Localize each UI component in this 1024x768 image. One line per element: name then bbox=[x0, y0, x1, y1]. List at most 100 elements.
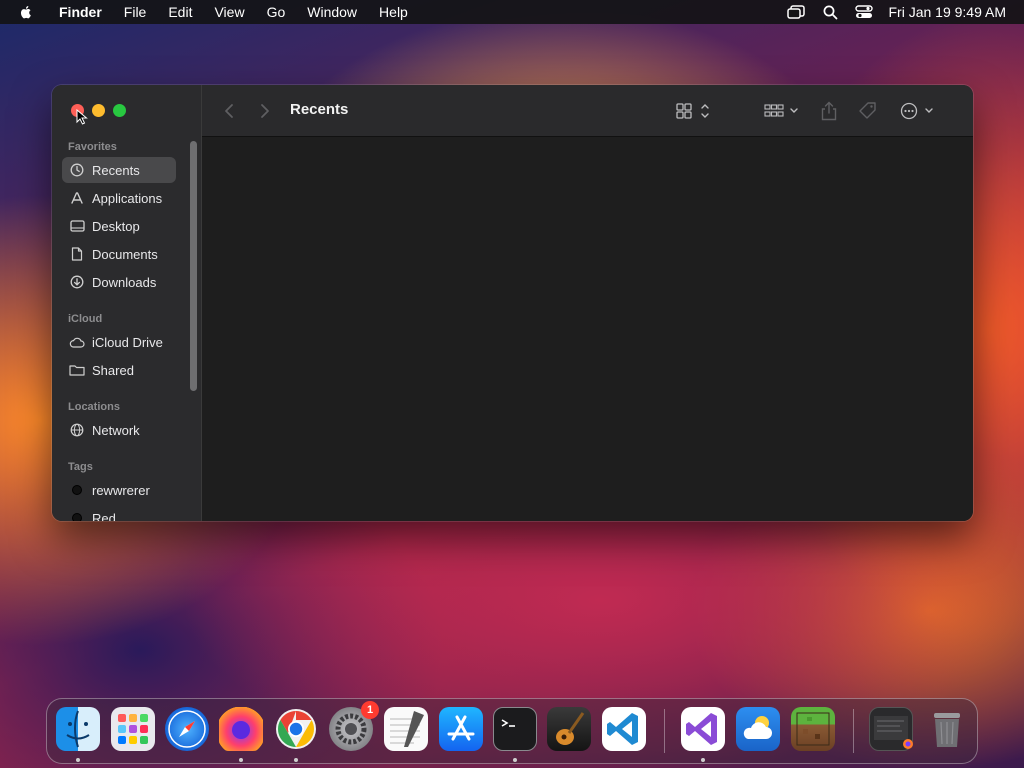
finder-icon bbox=[66, 710, 90, 748]
desktop-icon bbox=[69, 218, 85, 234]
sidebar-item-applications[interactable]: Applications bbox=[62, 185, 176, 211]
running-indicator bbox=[239, 758, 243, 762]
dock-visual-studio[interactable] bbox=[681, 707, 725, 751]
menu-file[interactable]: File bbox=[113, 0, 158, 24]
zoom-button[interactable] bbox=[113, 104, 126, 117]
menu-help[interactable]: Help bbox=[368, 0, 419, 24]
menu-edit[interactable]: Edit bbox=[157, 0, 203, 24]
menu-clock[interactable]: Fri Jan 19 9:49 AM bbox=[888, 4, 1006, 20]
dock-system-settings[interactable]: 1 bbox=[329, 701, 379, 751]
tag-color-dot bbox=[72, 513, 82, 521]
guitar-icon bbox=[556, 712, 585, 745]
sidebar-item-label: iCloud Drive bbox=[92, 334, 163, 350]
dock-trash[interactable] bbox=[925, 707, 969, 751]
running-indicator bbox=[701, 758, 705, 762]
launchpad-icon bbox=[118, 714, 148, 744]
download-icon bbox=[69, 274, 85, 290]
dock-weather[interactable] bbox=[736, 707, 780, 751]
sidebar-section-icloud: iCloud bbox=[68, 313, 103, 325]
icon-view-icon[interactable] bbox=[676, 101, 712, 121]
sidebar-item-downloads[interactable]: Downloads bbox=[62, 269, 176, 295]
dock-safari[interactable] bbox=[165, 707, 209, 751]
shared-folder-icon bbox=[69, 362, 85, 378]
sidebar-item-label: Desktop bbox=[92, 218, 140, 234]
sidebar-tag-rewwrerer[interactable]: rewwrerer bbox=[62, 477, 176, 503]
dock-finder[interactable] bbox=[56, 707, 100, 751]
control-center-icon[interactable] bbox=[854, 4, 874, 20]
sidebar-tag-red[interactable]: Red bbox=[62, 505, 176, 521]
sidebar-item-recents[interactable]: Recents bbox=[62, 157, 176, 183]
more-actions-icon[interactable] bbox=[900, 101, 936, 121]
app-store-icon bbox=[447, 715, 475, 741]
sidebar-item-label: Recents bbox=[92, 162, 140, 178]
spotlight-search-icon[interactable] bbox=[820, 4, 840, 20]
downloads-stack-icon bbox=[874, 716, 913, 749]
vscode-icon bbox=[607, 713, 638, 745]
tag-color-dot bbox=[72, 485, 82, 495]
forward-chevron-icon[interactable] bbox=[260, 101, 270, 121]
document-icon bbox=[69, 246, 85, 262]
dock-vscode[interactable] bbox=[602, 707, 646, 751]
window-title: Recents bbox=[290, 101, 349, 118]
firefox-icon bbox=[232, 721, 250, 739]
trash-icon bbox=[934, 713, 960, 747]
dock-minecraft[interactable] bbox=[791, 707, 835, 751]
sidebar-scrollbar[interactable] bbox=[190, 141, 197, 391]
running-indicator bbox=[513, 758, 517, 762]
menu-view[interactable]: View bbox=[203, 0, 255, 24]
sidebar: Favorites Recents Applications Desktop D… bbox=[52, 85, 202, 521]
cloud-icon bbox=[69, 334, 85, 350]
dock-separator bbox=[664, 709, 665, 753]
toolbar: Recents bbox=[202, 85, 973, 137]
minecraft-block-icon bbox=[796, 712, 830, 746]
terminal-icon bbox=[501, 719, 515, 727]
menu-go[interactable]: Go bbox=[256, 0, 297, 24]
chrome-icon bbox=[276, 709, 316, 749]
back-chevron-icon[interactable] bbox=[224, 101, 234, 121]
dock-separator bbox=[853, 709, 854, 753]
finder-window: Favorites Recents Applications Desktop D… bbox=[52, 85, 973, 521]
dock-downloads-stack[interactable] bbox=[869, 707, 913, 751]
tag-icon[interactable] bbox=[858, 101, 878, 121]
dock-textedit[interactable] bbox=[384, 707, 428, 751]
sidebar-item-label: Documents bbox=[92, 246, 158, 262]
stage-manager-icon[interactable] bbox=[786, 4, 806, 20]
sidebar-section-tags: Tags bbox=[68, 461, 93, 473]
sidebar-item-icloud-drive[interactable]: iCloud Drive bbox=[62, 329, 176, 355]
sidebar-item-label: Downloads bbox=[92, 274, 157, 290]
sidebar-item-shared[interactable]: Shared bbox=[62, 357, 176, 383]
sidebar-item-label: Applications bbox=[92, 190, 163, 206]
dock-garageband[interactable] bbox=[547, 707, 591, 751]
sidebar-section-favorites: Favorites bbox=[68, 141, 117, 153]
clock-icon bbox=[69, 162, 85, 178]
visual-studio-icon bbox=[686, 713, 717, 745]
running-indicator bbox=[294, 758, 298, 762]
dock-chrome[interactable] bbox=[274, 707, 318, 751]
sidebar-item-documents[interactable]: Documents bbox=[62, 241, 176, 267]
group-by-icon[interactable] bbox=[764, 101, 800, 121]
menu-window[interactable]: Window bbox=[296, 0, 368, 24]
dock-firefox[interactable] bbox=[219, 707, 263, 751]
dock: 1 bbox=[46, 698, 978, 764]
sidebar-item-network[interactable]: Network bbox=[62, 417, 176, 443]
file-browser-area[interactable] bbox=[202, 137, 973, 521]
sidebar-item-label: Red bbox=[92, 510, 116, 522]
running-indicator bbox=[76, 758, 80, 762]
sidebar-item-label: rewwrerer bbox=[92, 482, 150, 498]
sidebar-item-label: Shared bbox=[92, 362, 134, 378]
sidebar-item-desktop[interactable]: Desktop bbox=[62, 213, 176, 239]
globe-icon bbox=[69, 422, 85, 438]
mouse-cursor-icon bbox=[76, 109, 88, 125]
applications-icon bbox=[69, 190, 85, 206]
textedit-icon bbox=[390, 711, 424, 747]
menu-app-name[interactable]: Finder bbox=[48, 0, 113, 24]
menu-bar: Finder File Edit View Go Window Help Fri… bbox=[0, 0, 1024, 24]
minimize-button[interactable] bbox=[92, 104, 105, 117]
sidebar-section-locations: Locations bbox=[68, 401, 120, 413]
dock-app-store[interactable] bbox=[439, 707, 483, 751]
apple-icon[interactable] bbox=[18, 4, 34, 20]
dock-launchpad[interactable] bbox=[111, 707, 155, 751]
dock-terminal[interactable] bbox=[493, 707, 537, 751]
share-icon[interactable] bbox=[820, 101, 838, 121]
weather-icon bbox=[743, 716, 772, 739]
